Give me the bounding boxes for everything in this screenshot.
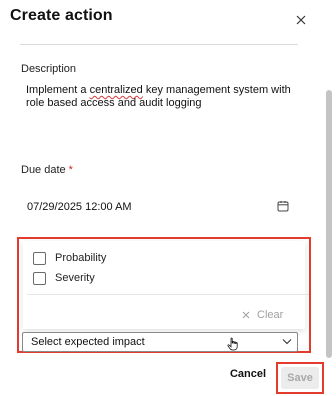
clear-label: Clear [257, 309, 284, 321]
calendar-icon[interactable] [277, 200, 289, 212]
clear-button[interactable]: Clear [242, 308, 283, 322]
select-value: Select expected impact [31, 336, 145, 348]
hand-cursor-icon [227, 337, 238, 351]
option-severity[interactable]: Severity [33, 270, 95, 286]
divider [20, 44, 298, 45]
impact-panel-highlight: Probability Severity Clear Select expect… [17, 237, 311, 353]
chevron-down-icon [282, 339, 292, 345]
scrollbar-thumb[interactable] [326, 90, 332, 358]
close-icon [242, 311, 250, 319]
impact-options-dropdown: Probability Severity Clear [23, 241, 309, 329]
checkbox[interactable] [33, 251, 46, 265]
checkbox[interactable] [33, 271, 46, 285]
divider [27, 294, 309, 295]
required-marker: * [68, 164, 73, 176]
create-action-dialog: Create action Description Implement a ce… [0, 0, 336, 396]
due-date-label-text: Due date [21, 164, 66, 176]
dialog-title: Create action [10, 7, 113, 24]
save-button[interactable]: Save [281, 367, 319, 389]
dialog-body: Description Implement a centralized key … [0, 38, 322, 358]
cancel-button[interactable]: Cancel [224, 364, 272, 384]
dialog-footer: Cancel Save [0, 358, 336, 396]
due-date-label: Due date * [21, 164, 73, 176]
expected-impact-select[interactable]: Select expected impact [22, 332, 298, 352]
option-label: Probability [55, 252, 107, 264]
option-label: Severity [55, 272, 95, 284]
description-text-prefix: Implement a [26, 84, 90, 96]
close-icon [296, 15, 306, 25]
option-probability[interactable]: Probability [33, 250, 106, 266]
description-label: Description [21, 63, 77, 75]
description-text-misspelled: centralized [89, 84, 143, 96]
vertical-scrollbar[interactable] [324, 38, 332, 358]
due-date-input[interactable]: 07/29/2025 12:00 AM [20, 194, 298, 218]
due-date-value: 07/29/2025 12:00 AM [27, 201, 132, 213]
close-button[interactable] [292, 11, 310, 29]
description-field[interactable]: Implement a centralized key management s… [26, 84, 304, 110]
save-button-highlight: Save [276, 362, 324, 394]
